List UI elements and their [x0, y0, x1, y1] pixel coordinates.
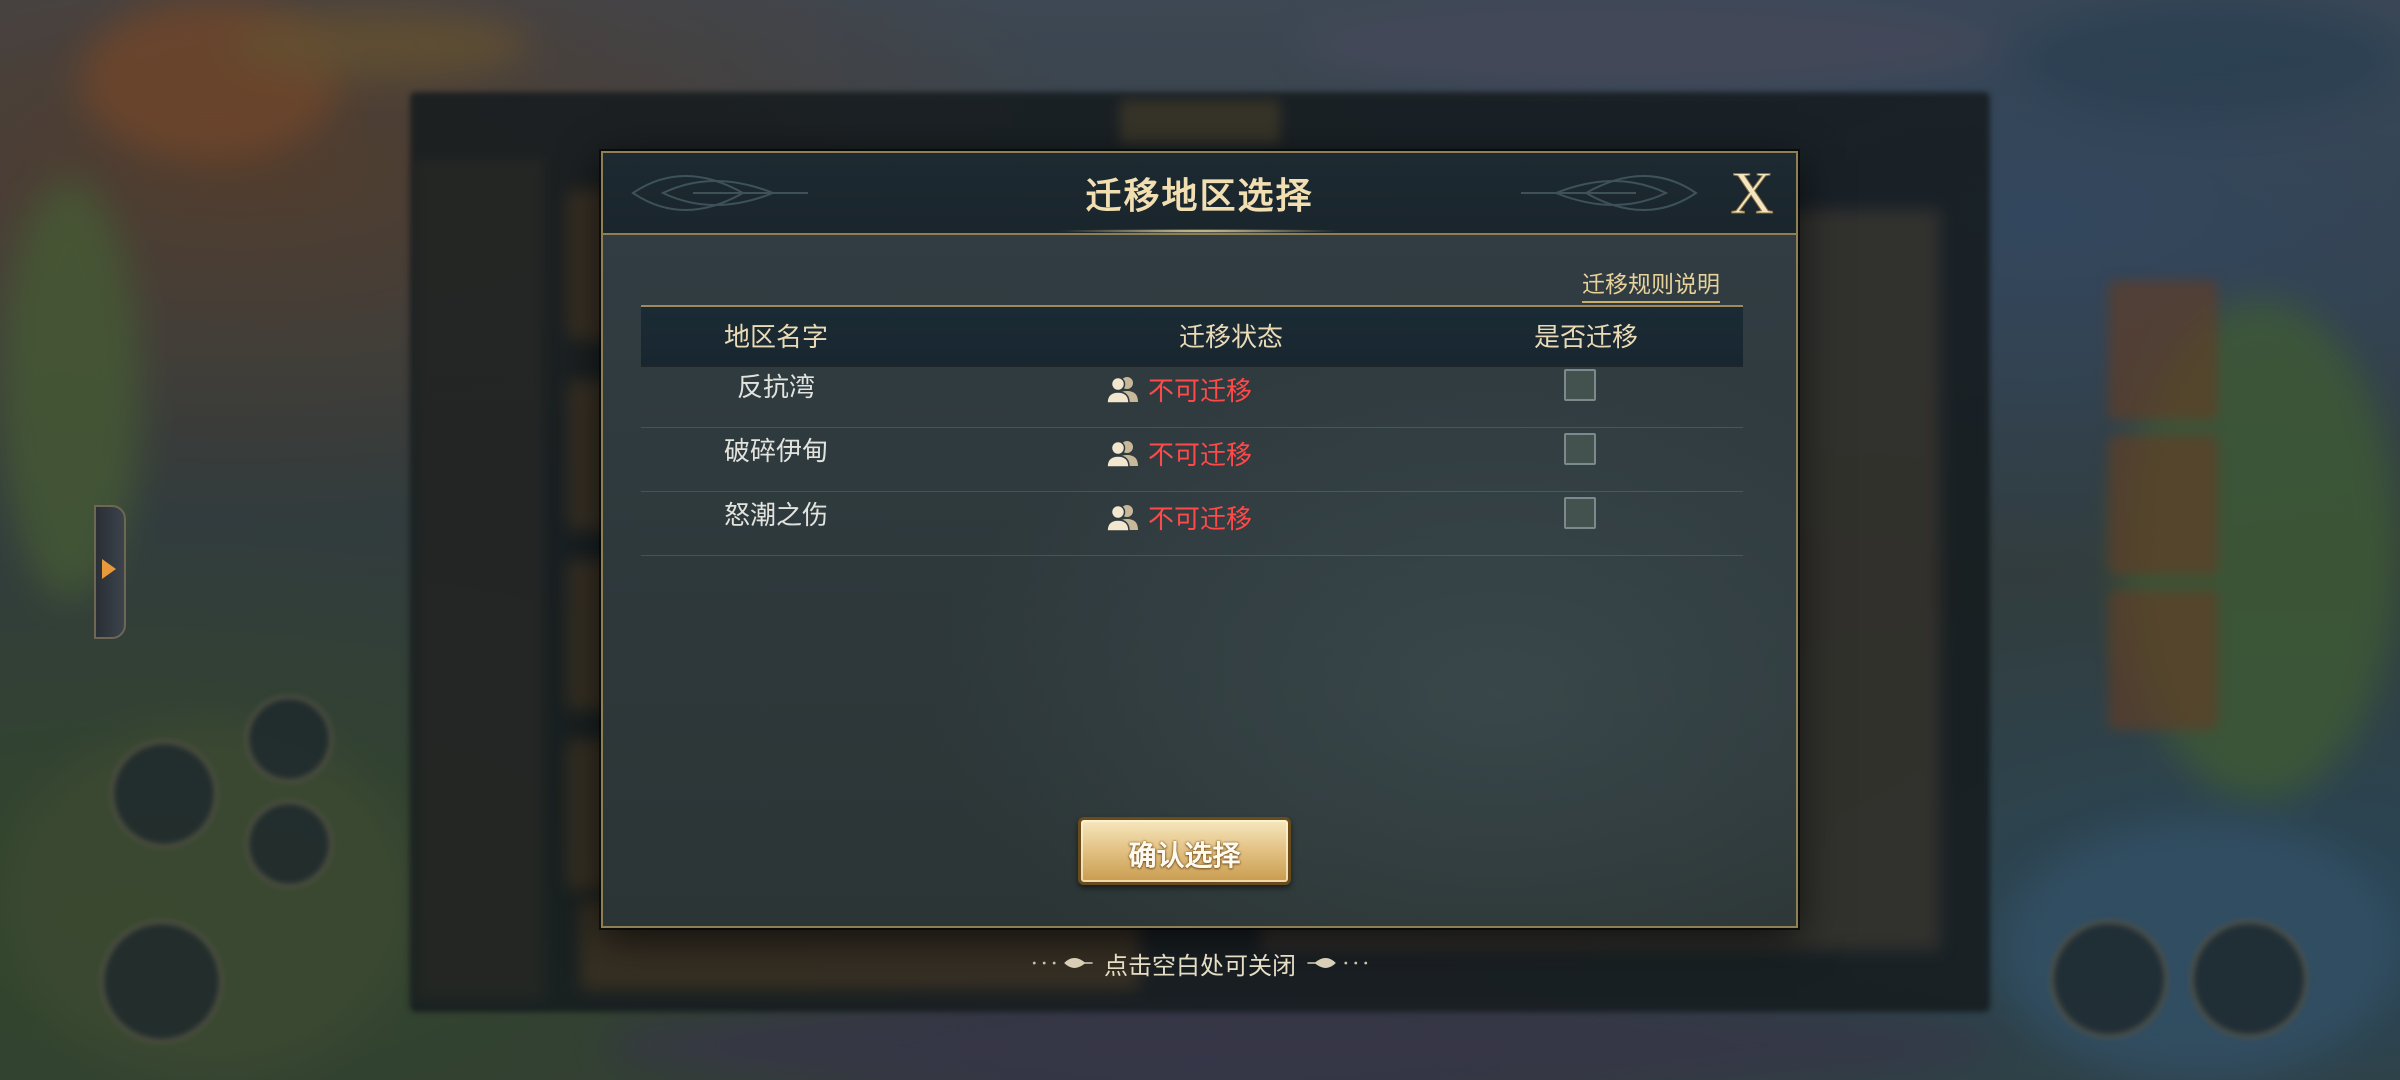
status-text: 不可迁移 — [1148, 376, 1253, 407]
chevron-right-icon — [102, 559, 116, 579]
users-icon — [1106, 504, 1138, 532]
migrate-checkbox[interactable] — [1564, 433, 1596, 465]
migration-status: 不可迁移 — [1106, 369, 1252, 409]
dialog-header: 迁移地区选择 X — [603, 153, 1796, 235]
ornament-right-icon — [1307, 958, 1368, 968]
confirm-label: 确认选择 — [1128, 839, 1241, 872]
dialog-title: 迁移地区选择 — [1085, 176, 1314, 217]
table-header: 地区名字 迁移状态 是否迁移 — [641, 305, 1743, 365]
table-row: 破碎伊甸 不可迁移 — [641, 427, 1743, 492]
users-icon — [1106, 376, 1138, 404]
migrate-checkbox[interactable] — [1564, 497, 1596, 529]
table-row: 反抗湾 不可迁移 — [641, 363, 1743, 428]
status-text: 不可迁移 — [1148, 504, 1253, 535]
region-name: 怒潮之伤 — [723, 501, 828, 531]
close-button[interactable]: X — [1720, 160, 1784, 227]
tap-blank-to-close-hint: 点击空白处可关闭 — [1030, 941, 1370, 985]
migration-status: 不可迁移 — [1106, 497, 1252, 537]
migrate-checkbox[interactable] — [1564, 369, 1596, 401]
migration-status: 不可迁移 — [1106, 433, 1252, 473]
status-text: 不可迁移 — [1148, 440, 1253, 471]
close-x-icon: X — [1730, 160, 1774, 227]
side-expand-tab[interactable] — [94, 505, 126, 639]
column-header-name: 地区名字 — [723, 323, 828, 353]
region-name: 破碎伊甸 — [723, 437, 828, 467]
users-icon — [1106, 440, 1138, 468]
table-row: 怒潮之伤 不可迁移 — [641, 491, 1743, 556]
region-name: 反抗湾 — [736, 373, 815, 403]
confirm-selection-button[interactable]: 确认选择 — [1078, 817, 1291, 885]
migration-region-dialog: 迁移地区选择 X 迁移规则说明 地区名字 迁移状态 是否迁移 反抗湾 不可迁移 … — [601, 151, 1798, 928]
column-header-choose: 是否迁移 — [1533, 323, 1638, 353]
close-glyph: X — [1730, 161, 1773, 225]
game-screen: 迁移地区选择 X 迁移规则说明 地区名字 迁移状态 是否迁移 反抗湾 不可迁移 … — [0, 0, 2400, 1080]
ornament-left-icon — [1032, 958, 1093, 968]
hint-text: 点击空白处可关闭 — [1104, 951, 1296, 980]
header-glow — [1053, 229, 1346, 233]
migration-rules-link[interactable]: 迁移规则说明 — [1582, 265, 1720, 303]
column-header-status: 迁移状态 — [1178, 323, 1283, 353]
